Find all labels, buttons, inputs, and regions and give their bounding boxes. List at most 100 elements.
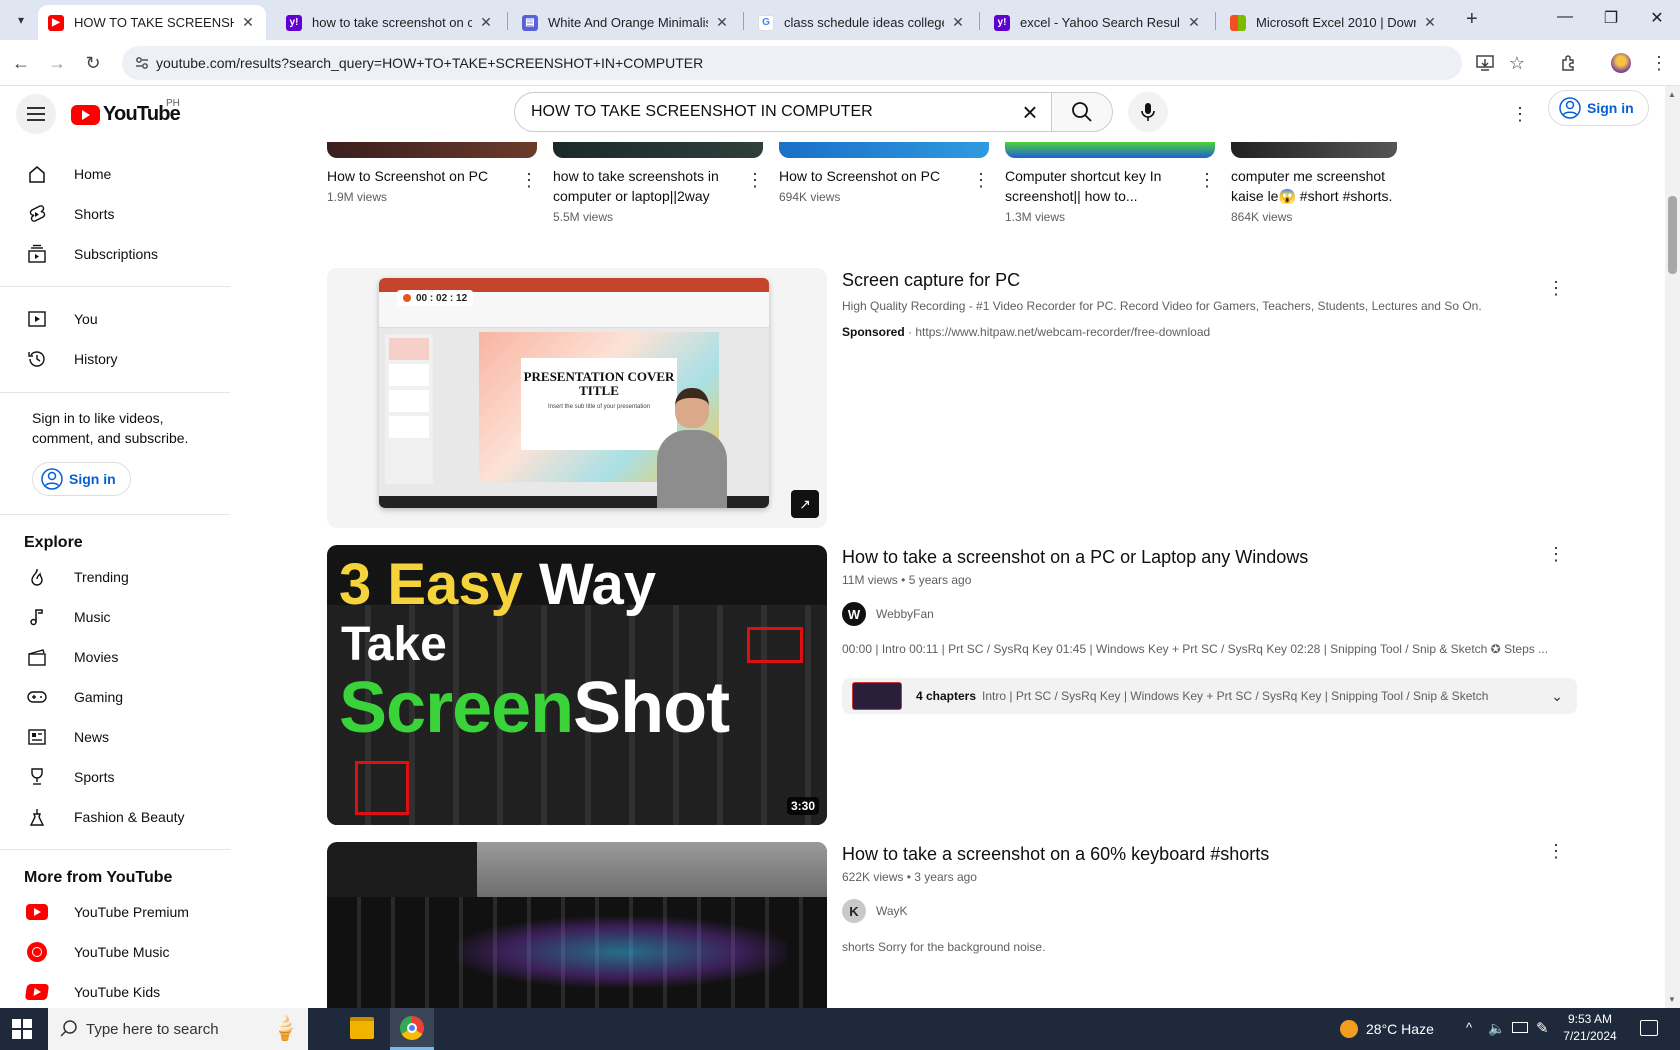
shorts-title[interactable]: how to take screenshots in computer or l… [553,166,733,206]
taskbar-search-input[interactable]: Type here to search 🍦 [48,1008,308,1050]
channel-avatar[interactable]: K [842,899,866,923]
sidebar-item-history[interactable]: History [0,339,230,379]
settings-menu-icon[interactable]: ⋮ [1508,102,1532,126]
ad-menu-icon[interactable]: ⋮ [1544,276,1568,300]
scroll-down-arrow[interactable]: ▼ [1668,995,1676,1004]
notifications-icon[interactable] [1640,1020,1658,1036]
sidebar-item-fashion-beauty[interactable]: Fashion & Beauty [0,797,230,837]
speaker-icon[interactable]: 🔈 [1488,1020,1505,1037]
shorts-card[interactable]: Computer shortcut key In screenshot|| ho… [1005,142,1216,232]
sidebar-item-youtube-premium[interactable]: YouTube Premium [0,892,230,932]
windows-start-icon[interactable] [12,1019,32,1039]
shorts-thumbnail[interactable] [553,142,763,158]
ad-title[interactable]: Screen capture for PC [842,270,1020,291]
shorts-menu-icon[interactable]: ⋮ [517,168,541,192]
video-title[interactable]: How to take a screenshot on a PC or Lapt… [842,547,1308,568]
tab-search-button[interactable]: ▾ [8,8,34,32]
sidebar-item-music[interactable]: Music [0,597,230,637]
chevron-down-icon[interactable]: ⌄ [1551,688,1563,705]
ad-thumbnail[interactable]: 00 : 02 : 12 PRESENTATION COVER TITLE In… [327,268,827,528]
sidebar-item-gaming[interactable]: Gaming [0,677,230,717]
new-tab-button[interactable]: + [1466,8,1478,31]
shorts-thumbnail[interactable] [327,142,537,158]
chapters-bar[interactable]: 4 chapters Intro | Prt SC / SysRq Key | … [842,678,1577,714]
tab-yahoo-excel[interactable]: y! excel - Yahoo Search Results ✕ [984,5,1212,40]
shorts-menu-icon[interactable]: ⋮ [743,168,767,192]
pen-icon[interactable]: ✎ [1536,1019,1549,1037]
video-title[interactable]: How to take a screenshot on a 60% keyboa… [842,844,1269,865]
sign-in-button[interactable]: Sign in [1548,90,1649,126]
search-button[interactable] [1051,92,1113,132]
back-button[interactable]: ← [8,50,34,76]
close-tab-icon[interactable]: ✕ [240,14,256,31]
sidebar-sign-in-button[interactable]: Sign in [32,462,131,496]
tab-microsoft[interactable]: Microsoft Excel 2010 | Download ✕ [1220,5,1448,40]
shorts-menu-icon[interactable]: ⋮ [969,168,993,192]
sidebar-item-home[interactable]: Home [0,154,230,194]
browser-menu-icon[interactable]: ⋮ [1648,52,1670,74]
sidebar-item-trending[interactable]: Trending [0,557,230,597]
close-tab-icon[interactable]: ✕ [714,14,730,31]
bookmark-star-icon[interactable]: ☆ [1506,52,1528,74]
voice-search-button[interactable] [1128,92,1168,132]
sidebar-item-sports[interactable]: Sports [0,757,230,797]
scrollbar-thumb[interactable] [1668,196,1677,274]
shorts-card[interactable]: How to Screenshot on PC 694K views ⋮ [779,142,990,232]
channel-link[interactable]: W WebbyFan [842,602,934,626]
channel-avatar[interactable]: W [842,602,866,626]
sidebar-item-you[interactable]: You [0,299,230,339]
install-app-icon[interactable] [1474,52,1496,74]
video-thumbnail[interactable]: 3 Easy Way Take ScreenShot 3:30 [327,545,827,825]
external-link-icon[interactable]: ↗ [791,490,819,518]
clear-search-icon[interactable]: × [1016,97,1044,127]
shorts-title[interactable]: How to Screenshot on PC [779,166,959,186]
channel-name[interactable]: WebbyFan [876,607,934,621]
profile-avatar[interactable] [1610,52,1632,74]
video-menu-icon[interactable]: ⋮ [1544,542,1568,566]
tab-yahoo-screenshot[interactable]: y! how to take screenshot on computer ✕ [276,5,504,40]
tab-youtube[interactable]: ▶ HOW TO TAKE SCREENSHOT IN COMPUTER - Y… [38,5,266,40]
sidebar-item-news[interactable]: News [0,717,230,757]
show-hidden-icons[interactable]: ^ [1466,1020,1472,1035]
video-thumbnail[interactable] [327,842,827,1008]
address-bar[interactable]: youtube.com/results?search_query=HOW+TO+… [122,46,1462,80]
restore-button[interactable]: ❐ [1588,8,1634,28]
shorts-card[interactable]: How to Screenshot on PC 1.9M views ⋮ [327,142,538,232]
file-explorer-icon[interactable] [350,1017,374,1039]
page-scrollbar[interactable]: ▲ ▼ [1665,86,1680,1008]
chrome-taskbar-icon[interactable] [390,1008,434,1050]
channel-name[interactable]: WayK [876,904,908,918]
forward-button[interactable]: → [44,50,70,76]
search-input[interactable]: HOW TO TAKE SCREENSHOT IN COMPUTER [514,92,1052,132]
shorts-card[interactable]: computer me screenshot kaise le😱 #short … [1231,142,1401,232]
weather-widget[interactable]: 28°C Haze [1340,1020,1434,1038]
network-icon[interactable] [1512,1022,1528,1033]
minimize-button[interactable]: — [1542,8,1588,26]
sidebar-item-shorts[interactable]: Shorts [0,194,230,234]
sidebar-item-movies[interactable]: Movies [0,637,230,677]
reload-button[interactable]: ↻ [80,50,106,76]
shorts-title[interactable]: How to Screenshot on PC [327,166,507,186]
shorts-menu-icon[interactable]: ⋮ [1195,168,1219,192]
youtube-logo[interactable]: YouTube [71,103,181,126]
shorts-title[interactable]: Computer shortcut key In screenshot|| ho… [1005,166,1185,206]
close-tab-icon[interactable]: ✕ [1422,14,1438,31]
site-info-icon[interactable] [134,55,150,71]
sidebar-item-subscriptions[interactable]: Subscriptions [0,234,230,274]
close-tab-icon[interactable]: ✕ [478,14,494,31]
extensions-icon[interactable] [1558,52,1580,74]
close-tab-icon[interactable]: ✕ [950,14,966,31]
tab-google[interactable]: G class schedule ideas college - Google … [748,5,976,40]
shorts-title[interactable]: computer me screenshot kaise le😱 #short … [1231,166,1401,206]
tab-docs[interactable]: ▤ White And Orange Minimalistic ✕ [512,5,740,40]
shorts-thumbnail[interactable] [1231,142,1397,158]
scroll-up-arrow[interactable]: ▲ [1668,90,1676,99]
shorts-thumbnail[interactable] [779,142,989,158]
sidebar-item-youtube-music[interactable]: YouTube Music [0,932,230,972]
close-window-button[interactable]: ✕ [1634,8,1680,28]
video-menu-icon[interactable]: ⋮ [1544,839,1568,863]
channel-link[interactable]: K WayK [842,899,908,923]
shorts-thumbnail[interactable] [1005,142,1215,158]
guide-menu-button[interactable] [16,94,56,134]
close-tab-icon[interactable]: ✕ [1186,14,1202,31]
